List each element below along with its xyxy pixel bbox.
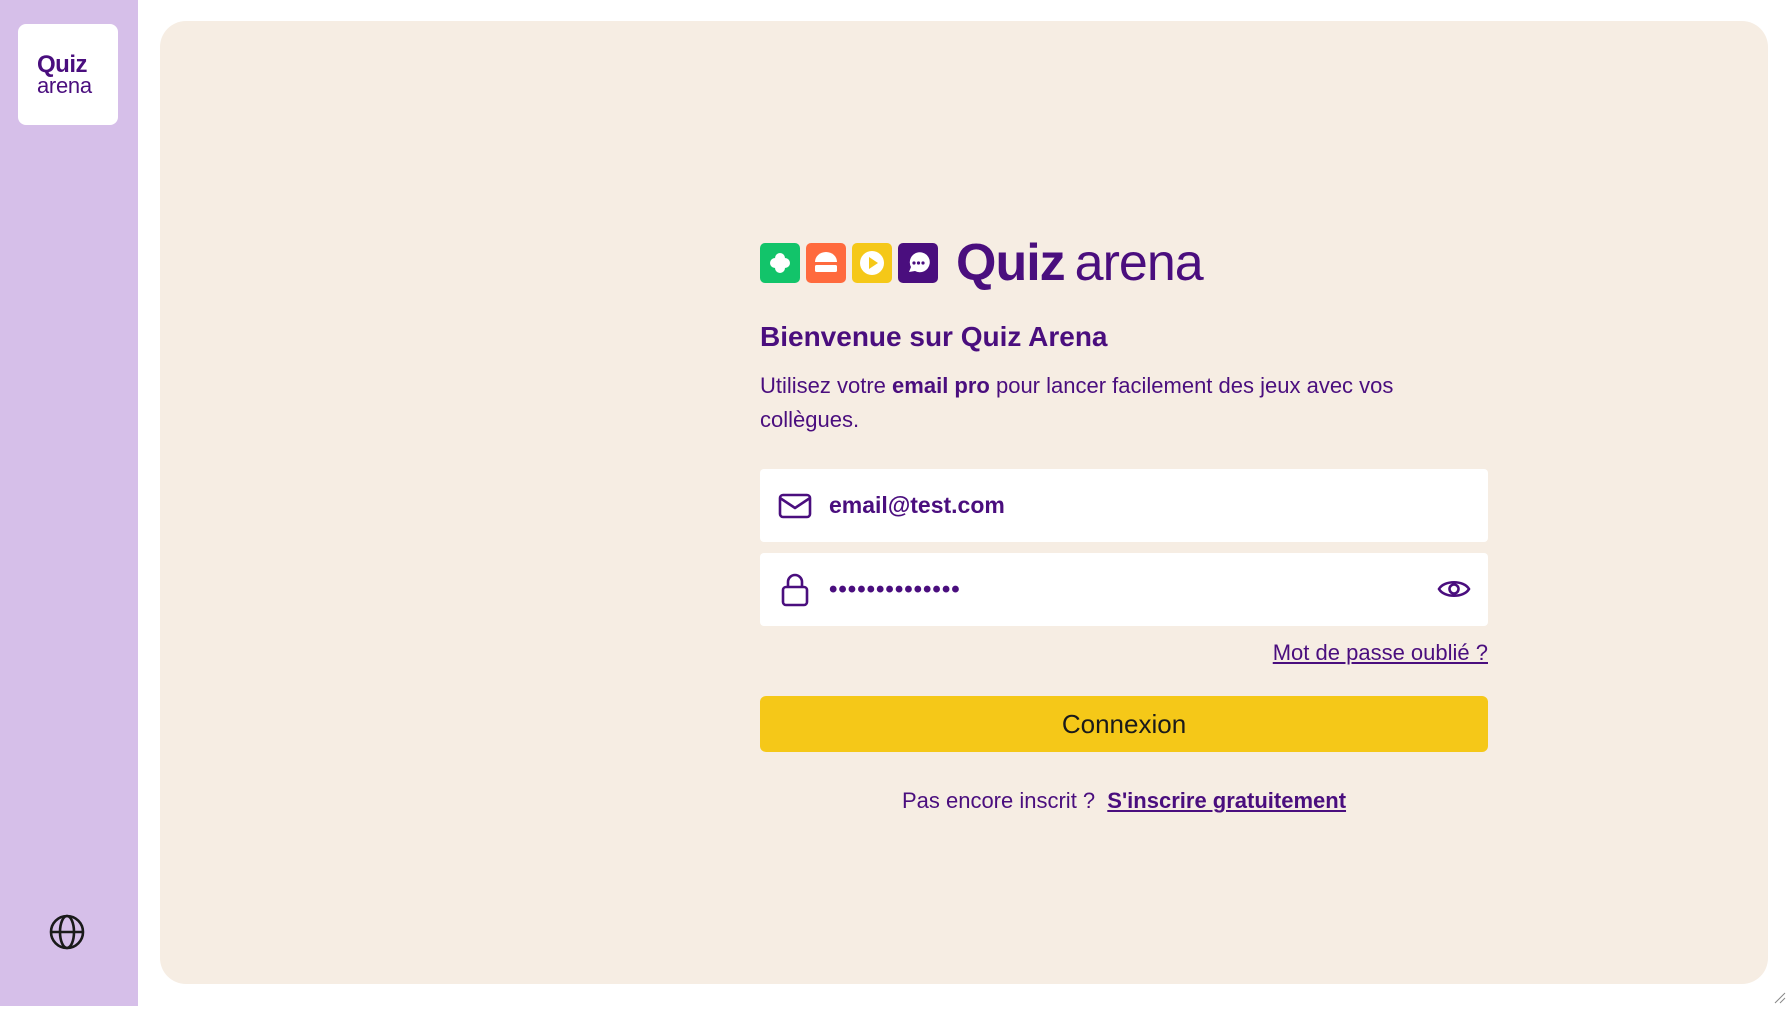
login-button[interactable]: Connexion [760, 696, 1488, 752]
lock-icon [777, 572, 813, 608]
password-value[interactable]: •••••••••••••• [829, 576, 961, 604]
signup-row: Pas encore inscrit ? S'inscrire gratuite… [760, 788, 1488, 814]
sidebar-logo[interactable]: Quiz arena [18, 24, 118, 125]
email-field[interactable]: email@test.com [760, 469, 1488, 542]
sidebar: Quiz arena [0, 0, 138, 1006]
signup-prompt: Pas encore inscrit ? [901, 788, 1096, 813]
brand-logo: Quiz arena [760, 237, 1488, 289]
chat-bubble-icon [898, 243, 938, 283]
email-value[interactable]: email@test.com [829, 492, 1005, 519]
password-field[interactable]: •••••••••••••• [760, 553, 1488, 626]
brand-word-quiz: Quiz [956, 234, 1066, 292]
globe-icon[interactable] [48, 913, 86, 951]
login-card: Quiz arena Bienvenue sur Quiz Arena Utili… [160, 21, 1768, 984]
play-icon [852, 243, 892, 283]
brand-wordmark: Quiz arena [956, 234, 1204, 292]
flower-icon [760, 243, 800, 283]
subtitle-bold: email pro [892, 373, 990, 398]
subtitle-text-1: Utilisez votre [760, 373, 893, 398]
resize-handle-icon[interactable] [1772, 990, 1786, 1004]
login-content: Quiz arena Bienvenue sur Quiz Arena Utili… [760, 237, 1488, 814]
forgot-password-row: Mot de passe oublié ? [760, 640, 1488, 666]
forgot-password-link[interactable]: Mot de passe oublié ? [1273, 640, 1488, 665]
mail-icon [777, 488, 813, 524]
signup-link[interactable]: S'inscrire gratuitement [1107, 788, 1346, 813]
page-subtitle: Utilisez votre email pro pour lancer fac… [760, 369, 1460, 437]
page-title: Bienvenue sur Quiz Arena [760, 321, 1108, 352]
brand-word-arena: arena [1074, 234, 1204, 292]
eye-icon[interactable] [1436, 571, 1472, 607]
sidebar-logo-line2: arena [37, 72, 92, 98]
burger-icon [806, 243, 846, 283]
